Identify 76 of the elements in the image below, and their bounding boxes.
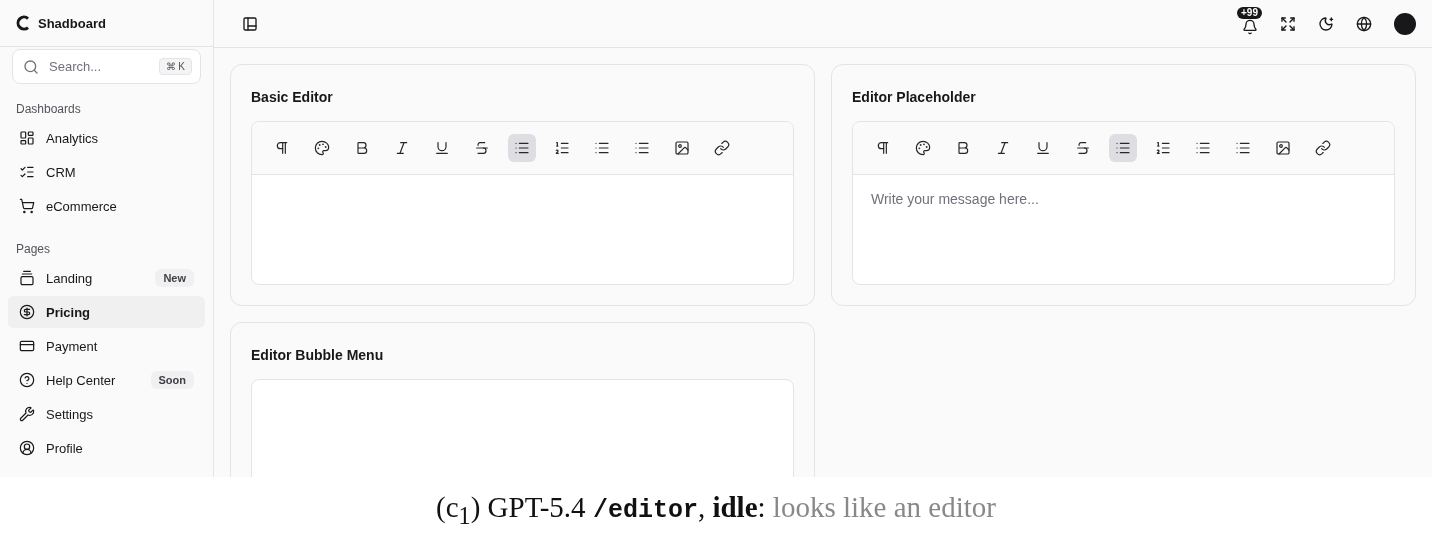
sidebar-item[interactable]: Pricing	[8, 296, 205, 328]
expand-icon	[1280, 15, 1296, 32]
globe-icon	[1356, 15, 1372, 32]
card-title: Basic Editor	[251, 89, 334, 105]
bullet-list-button[interactable]	[1109, 134, 1137, 162]
moon-icon	[1318, 15, 1334, 32]
list-icon	[634, 140, 650, 156]
sidebar-item[interactable]: Landing New	[8, 262, 205, 294]
section-title: Pages	[15, 242, 52, 256]
bell-icon	[1241, 18, 1258, 35]
sidebar-item[interactable]: Help Center Soon	[8, 364, 205, 396]
credit-card-icon	[19, 338, 35, 354]
search-box[interactable]: Search... ⌘ K	[12, 49, 201, 84]
bold-icon	[354, 140, 370, 156]
search-field[interactable]: Search...	[47, 58, 151, 75]
cart-icon	[19, 198, 35, 214]
italic-icon	[995, 140, 1011, 156]
item-label: eCommerce	[46, 198, 118, 214]
card-title: Editor Placeholder	[852, 89, 977, 105]
item-badge: New	[155, 269, 194, 287]
item-label: Analytics	[46, 130, 100, 146]
panel-icon	[242, 15, 258, 32]
item-label: CRM	[46, 164, 77, 180]
ordered-list-icon	[554, 140, 570, 156]
list-icon	[594, 140, 610, 156]
sidebar-item[interactable]: eCommerce	[8, 190, 205, 222]
sidebar-item[interactable]: Settings	[8, 398, 205, 430]
image-icon	[1275, 140, 1291, 156]
list-icon	[1195, 140, 1211, 156]
dashboard-icon	[19, 130, 35, 146]
sidebar-item[interactable]: CRM	[8, 156, 205, 188]
logo-icon	[16, 15, 30, 31]
underline-icon	[1035, 140, 1051, 156]
strikethrough-icon	[474, 140, 490, 156]
link-icon	[1315, 140, 1331, 156]
item-label: Profile	[46, 440, 84, 456]
image-icon	[674, 140, 690, 156]
dollar-icon	[19, 304, 35, 320]
section-title: Dashboards	[15, 102, 82, 116]
item-label: Landing	[46, 270, 94, 286]
checklist-icon	[19, 164, 35, 180]
item-label: Settings	[46, 406, 94, 422]
sidebar-item[interactable]: Analytics	[8, 122, 205, 154]
shortcut-key: ⌘ K	[158, 58, 192, 75]
pilcrow-icon	[274, 140, 290, 156]
item-label: Payment	[46, 338, 99, 354]
help-icon	[19, 372, 35, 388]
ordered-list-icon	[1155, 140, 1171, 156]
palette-icon	[314, 140, 330, 156]
notification-count: +99	[1237, 6, 1262, 19]
underline-icon	[434, 140, 450, 156]
bullet-list-button[interactable]	[508, 134, 536, 162]
wrench-icon	[19, 406, 35, 422]
list-icon	[1115, 140, 1131, 156]
bold-icon	[955, 140, 971, 156]
item-label: Pricing	[46, 304, 92, 320]
strikethrough-icon	[1075, 140, 1091, 156]
item-label: Help Center	[46, 372, 117, 388]
pilcrow-icon	[875, 140, 891, 156]
sidebar-item[interactable]: Profile	[8, 432, 205, 464]
stack-icon	[19, 270, 35, 286]
figure-caption: (c$_{1}$) GPT-5.4 /editor, idle: looks like an editor	[436, 491, 996, 530]
link-icon	[714, 140, 730, 156]
palette-icon	[915, 140, 931, 156]
sidebar-item[interactable]: Payment	[8, 330, 205, 362]
avatar[interactable]	[1394, 12, 1416, 35]
search-icon	[23, 58, 39, 75]
italic-icon	[394, 140, 410, 156]
brand-name: Shadboard	[38, 15, 106, 31]
editor[interactable]: Write your message here...	[852, 121, 1395, 285]
card-title: Editor Bubble Menu	[251, 347, 385, 363]
notifications-button[interactable]	[1241, 18, 1258, 35]
list-icon	[1235, 140, 1251, 156]
list-icon	[514, 140, 530, 156]
item-badge: Soon	[150, 371, 194, 389]
user-icon	[19, 440, 35, 456]
